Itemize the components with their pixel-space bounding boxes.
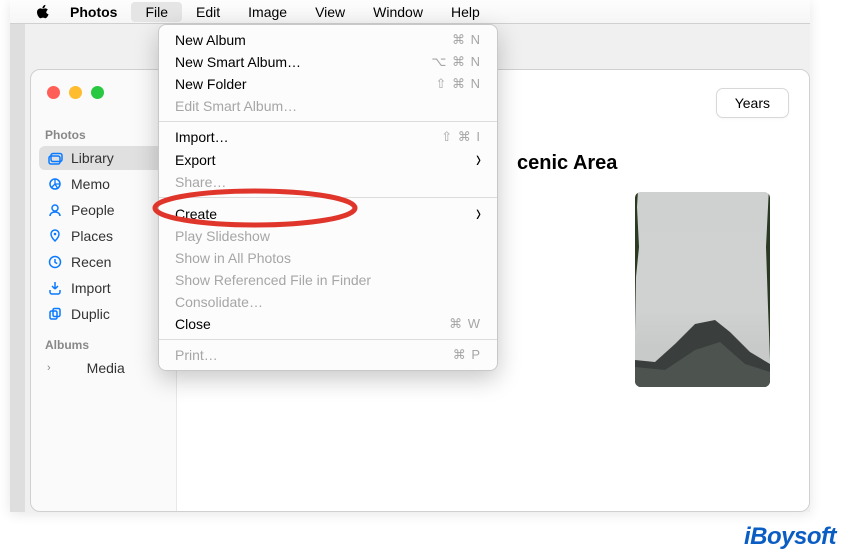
menu-item-new-smart-album[interactable]: New Smart Album… ⌥ ⌘ N (159, 51, 497, 73)
menubar-item-image[interactable]: Image (234, 2, 301, 22)
sidebar-item-media[interactable]: › Media (39, 356, 168, 380)
sidebar-item-label: Media (87, 360, 125, 376)
photo-stack-icon (47, 150, 63, 166)
background-strip (10, 24, 25, 512)
menubar-item-photos[interactable]: Photos (56, 2, 131, 22)
sidebar-item-label: Library (71, 150, 114, 166)
menu-separator (159, 339, 497, 340)
menu-item-create[interactable]: Create (159, 202, 497, 225)
close-window-button[interactable] (47, 86, 60, 99)
sidebar-section-albums: Albums (39, 328, 168, 356)
sidebar-item-label: Import (71, 280, 111, 296)
sidebar-item-label: Places (71, 228, 113, 244)
menu-item-label: New Folder (175, 76, 247, 92)
photo-thumbnail[interactable] (635, 192, 770, 387)
menu-item-export[interactable]: Export (159, 148, 497, 171)
file-menu-dropdown: New Album ⌘ N New Smart Album… ⌥ ⌘ N New Fol… (158, 24, 498, 371)
menu-item-close[interactable]: Close ⌘ W (159, 313, 497, 335)
menubar-item-view[interactable]: View (301, 2, 359, 22)
menubar-item-help[interactable]: Help (437, 2, 494, 22)
people-icon (47, 202, 63, 218)
menu-item-shortcut: ⌘ W (449, 316, 481, 332)
toolbar: Years (716, 88, 789, 118)
menu-item-play-slideshow: Play Slideshow (159, 225, 497, 247)
menu-item-label: New Album (175, 32, 246, 48)
sidebar-item-recen[interactable]: Recen (39, 250, 168, 274)
window-controls (47, 86, 104, 99)
sidebar-section-photos: Photos (39, 118, 168, 146)
menu-separator (159, 121, 497, 122)
menu-item-label: Create (175, 206, 217, 222)
sidebar-item-duplic[interactable]: Duplic (39, 302, 168, 326)
disclosure-icon (63, 360, 79, 376)
duplicate-icon (47, 306, 63, 322)
memories-icon (47, 176, 63, 192)
menu-item-shortcut: ⇧ ⌘ I (441, 129, 481, 145)
menu-item-label: Import… (175, 129, 229, 145)
import-icon (47, 280, 63, 296)
menu-item-new-folder[interactable]: New Folder ⇧ ⌘ N (159, 73, 497, 95)
minimize-window-button[interactable] (69, 86, 82, 99)
sidebar-item-places[interactable]: Places (39, 224, 168, 248)
menu-item-label: Close (175, 316, 211, 332)
menu-item-label: Print… (175, 347, 218, 363)
menu-item-new-album[interactable]: New Album ⌘ N (159, 29, 497, 51)
sidebar-item-label: Recen (71, 254, 111, 270)
menu-item-label: Edit Smart Album… (175, 98, 297, 114)
sidebar-item-import[interactable]: Import (39, 276, 168, 300)
menubar-item-window[interactable]: Window (359, 2, 437, 22)
menu-item-edit-smart-album: Edit Smart Album… (159, 95, 497, 117)
menubar: PhotosFileEditImageViewWindowHelp (10, 0, 810, 24)
sidebar: Photos Library Memo People Places Recen Impor… (31, 118, 176, 511)
menu-item-label: Show in All Photos (175, 250, 291, 266)
sidebar-item-library[interactable]: Library (39, 146, 168, 170)
chevron-right-icon: › (47, 362, 51, 374)
menu-separator (159, 197, 497, 198)
sidebar-item-people[interactable]: People (39, 198, 168, 222)
menu-item-share: Share… (159, 171, 497, 193)
menu-item-print: Print… ⌘ P (159, 344, 497, 366)
menu-item-consolidate: Consolidate… (159, 291, 497, 313)
menu-item-import[interactable]: Import… ⇧ ⌘ I (159, 126, 497, 148)
menubar-item-edit[interactable]: Edit (182, 2, 234, 22)
zoom-window-button[interactable] (91, 86, 104, 99)
apple-logo-icon[interactable] (30, 4, 56, 20)
menu-item-show-in-all-photos: Show in All Photos (159, 247, 497, 269)
menu-item-label: Play Slideshow (175, 228, 270, 244)
menu-item-show-referenced-file-in-finder: Show Referenced File in Finder (159, 269, 497, 291)
menu-item-label: Consolidate… (175, 294, 263, 310)
years-button[interactable]: Years (716, 88, 789, 118)
menu-item-label: Share… (175, 174, 226, 190)
pin-icon (47, 228, 63, 244)
menu-item-shortcut: ⌘ N (452, 32, 481, 48)
menu-item-label: Export (175, 152, 215, 168)
menubar-item-file[interactable]: File (131, 2, 182, 22)
menu-item-shortcut: ⌥ ⌘ N (431, 54, 481, 70)
sidebar-item-label: People (71, 202, 115, 218)
menu-item-shortcut: ⇧ ⌘ N (435, 76, 481, 92)
menu-item-shortcut: ⌘ P (453, 347, 481, 363)
menu-item-label: New Smart Album… (175, 54, 301, 70)
sidebar-item-memo[interactable]: Memo (39, 172, 168, 196)
sidebar-item-label: Memo (71, 176, 110, 192)
location-heading: cenic Area (517, 152, 617, 175)
watermark-text: iBoysoft (744, 523, 836, 551)
menu-item-label: Show Referenced File in Finder (175, 272, 371, 288)
clock-icon (47, 254, 63, 270)
sidebar-item-label: Duplic (71, 306, 110, 322)
